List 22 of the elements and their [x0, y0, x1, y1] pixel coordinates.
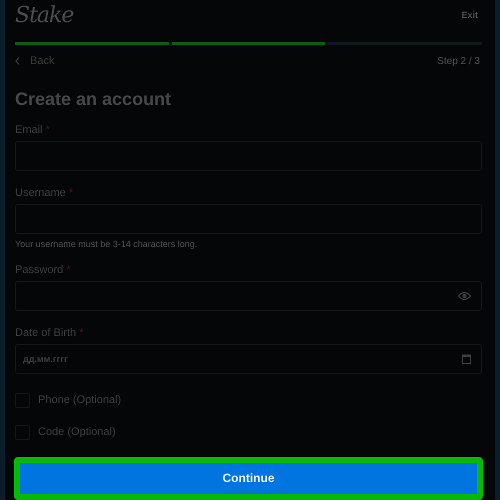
page-title: Create an account [15, 88, 172, 110]
checkbox[interactable] [15, 392, 30, 408]
field-label: Username * [15, 186, 74, 199]
chevron-left-icon[interactable] [15, 57, 20, 66]
field-hint: Your username must be 3-14 characters long. [15, 238, 198, 249]
eye-icon[interactable] [458, 290, 471, 301]
calendar-icon[interactable] [462, 354, 471, 364]
input-field[interactable] [15, 204, 482, 234]
checkbox-label[interactable]: Code (Optional) [38, 426, 116, 438]
field-label: Date of Birth * [15, 326, 84, 339]
input-field[interactable] [15, 280, 482, 311]
input-field[interactable]: дд.мм.гггг [15, 344, 482, 374]
input-field[interactable] [15, 140, 482, 171]
field-label: Password * [15, 264, 72, 276]
exit-button[interactable]: Exit [461, 10, 478, 20]
step-indicator: Step 2 / 3 [437, 56, 480, 67]
checkbox-label[interactable]: Phone (Optional) [38, 394, 122, 406]
logo: Stake [15, 2, 74, 28]
continue-button[interactable]: Continue [14, 456, 483, 500]
checkbox[interactable] [15, 424, 30, 440]
back-button[interactable]: Back [15, 55, 54, 68]
field-label: Email * [15, 124, 51, 136]
